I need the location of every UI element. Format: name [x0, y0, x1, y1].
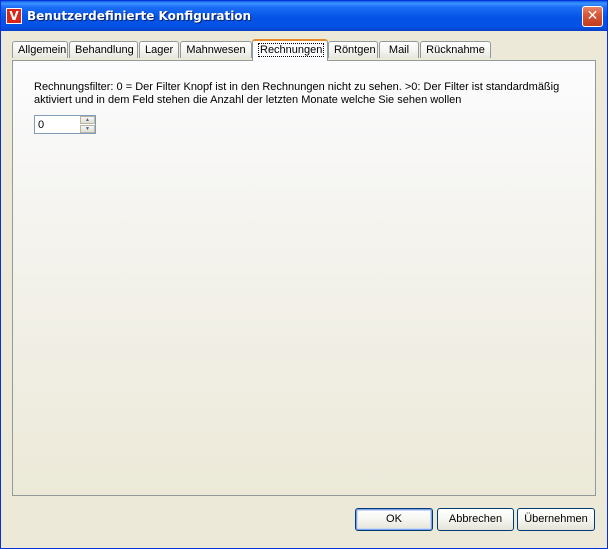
tab-behandlung[interactable]: Behandlung — [69, 41, 138, 58]
tab-mahnwesen[interactable]: Mahnwesen — [180, 41, 252, 58]
tab-roentgen[interactable]: Röntgen — [328, 41, 378, 58]
apply-button[interactable]: Übernehmen — [517, 508, 595, 531]
tab-label: Allgemein — [18, 44, 67, 56]
tab-allgemein[interactable]: Allgemein — [12, 41, 68, 58]
tab-mail[interactable]: Mail — [379, 41, 419, 58]
title-bar[interactable]: V Benutzerdefinierte Konfiguration ✕ — [1, 1, 607, 31]
tab-label: Lager — [145, 44, 174, 56]
config-dialog: V Benutzerdefinierte Konfiguration ✕ All… — [0, 0, 608, 549]
tab-panel-rechnungen: Rechnungsfilter: 0 = Der Filter Knopf is… — [12, 60, 596, 496]
tab-ruecknahme[interactable]: Rücknahme — [420, 41, 491, 58]
window-title: Benutzerdefinierte Konfiguration — [27, 9, 252, 23]
tab-label: Röntgen — [334, 44, 376, 56]
stepper-buttons: ▲ ▼ — [80, 116, 95, 133]
tab-rechnungen[interactable]: Rechnungen — [252, 39, 328, 61]
close-button[interactable]: ✕ — [582, 6, 603, 27]
tab-label: Rücknahme — [426, 44, 485, 56]
filter-months-input[interactable] — [36, 117, 82, 132]
close-icon: ✕ — [586, 8, 599, 24]
arrow-down-icon: ▼ — [85, 126, 90, 132]
stepper-up-button[interactable]: ▲ — [80, 116, 95, 124]
arrow-up-icon: ▲ — [85, 117, 90, 123]
ok-button[interactable]: OK — [355, 508, 433, 531]
app-logo-icon: V — [6, 8, 22, 24]
stepper-down-button[interactable]: ▼ — [80, 125, 95, 133]
tab-lager[interactable]: Lager — [139, 41, 179, 58]
tab-label: Behandlung — [75, 44, 134, 56]
tab-label: Mahnwesen — [186, 44, 246, 56]
cancel-button[interactable]: Abbrechen — [437, 508, 514, 531]
tab-label: Rechnungen — [258, 43, 325, 57]
tab-label: Mail — [388, 44, 410, 56]
filter-description: Rechnungsfilter: 0 = Der Filter Knopf is… — [34, 81, 560, 106]
filter-months-stepper[interactable]: ▲ ▼ — [34, 115, 96, 134]
